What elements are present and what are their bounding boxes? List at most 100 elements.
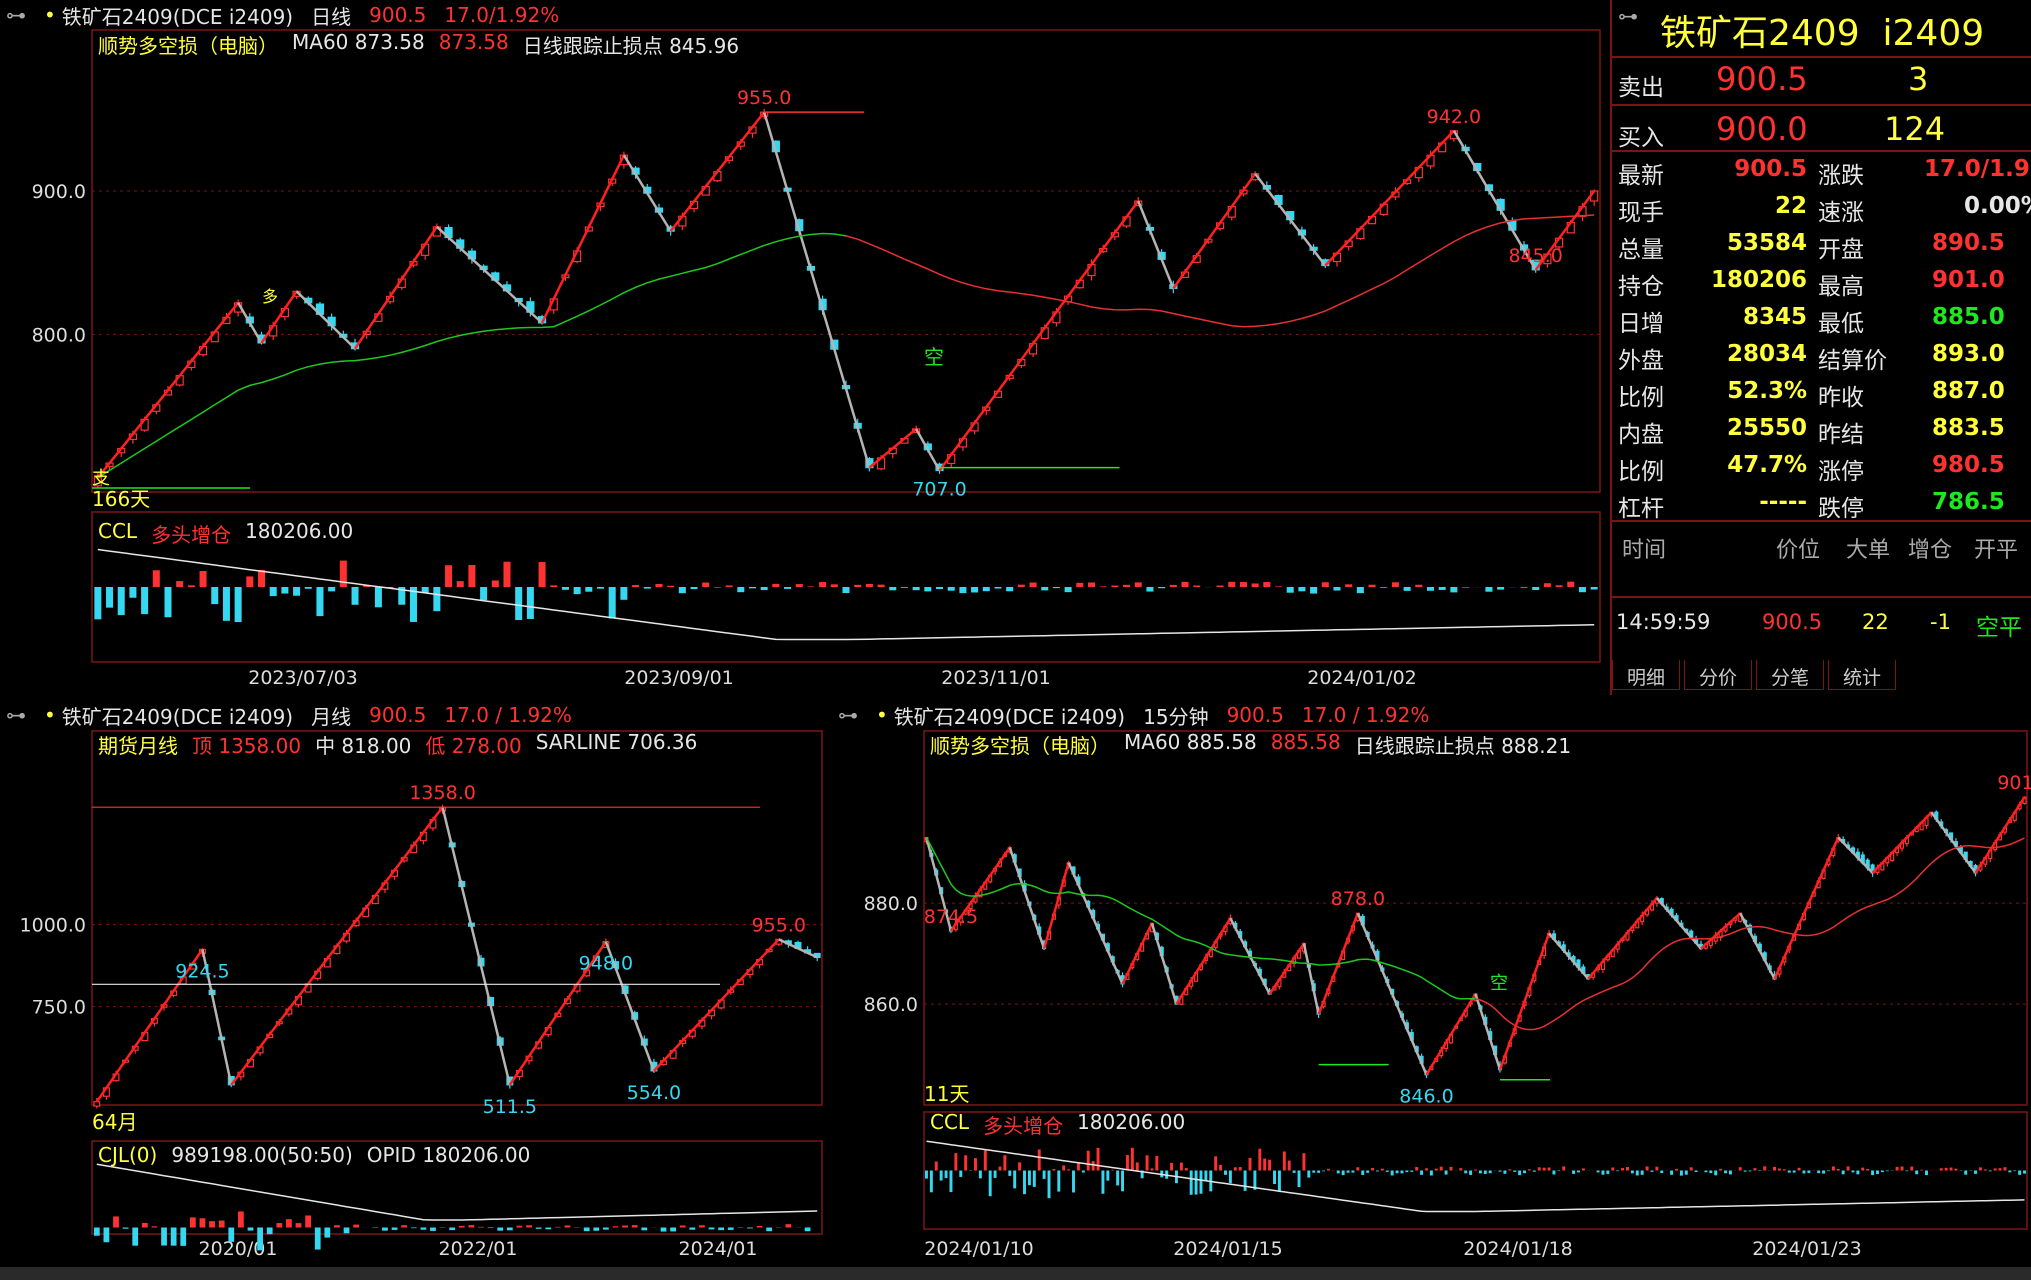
sell-label: 卖出 [1618, 75, 1664, 101]
sub-bar [491, 580, 499, 587]
sub-bar [1405, 1170, 1409, 1173]
sub-bar [1444, 1170, 1448, 1175]
sub-bar [1307, 1170, 1311, 1178]
sub-bar [1268, 1159, 1272, 1171]
sub-bar [1910, 1166, 1914, 1171]
sell-row[interactable]: 卖出 900.5 3 [1612, 56, 2031, 102]
ma-line-green [925, 837, 1476, 1000]
quote-stat-row: 持仓 180206 最高 901.0 [1612, 263, 2031, 300]
stat-value: 786.5 [1932, 489, 2005, 515]
tab-price-dist[interactable]: 分价 [1684, 660, 1753, 690]
sub-bar [1498, 1170, 1502, 1172]
sub-bar [1204, 1170, 1208, 1182]
ticks-big-header: 大单 [1846, 538, 1891, 563]
link-icon[interactable]: ⊶ [1618, 4, 1638, 28]
sub-bar [456, 581, 464, 587]
sub-bar [2013, 1170, 2017, 1172]
sub-bar [1555, 585, 1563, 587]
sub-bar [1179, 1162, 1183, 1171]
zigzag-segment [653, 938, 780, 1072]
ticks-price-header: 价位 [1776, 538, 1821, 563]
sub-bar [1856, 1170, 1860, 1175]
pivot-label: 874.5 [924, 906, 978, 928]
months-label: 64月 [92, 1110, 137, 1134]
sub-bar [622, 1225, 628, 1228]
y-tick-label: 860.0 [864, 994, 918, 1016]
sub-bar [1193, 585, 1201, 587]
sub-bar [1650, 1170, 1654, 1172]
quote-tabs: 明细 分价 分笔 统计 [1612, 660, 2031, 690]
sub-bar [603, 1227, 609, 1230]
sub-bar [727, 1227, 734, 1230]
sub-bar [954, 1153, 958, 1171]
sub-bar [1469, 1170, 1473, 1175]
sub-bar [1341, 1170, 1345, 1176]
minute-chart-panel[interactable]: ⊶ • 铁矿石2409(DCE i2409) 15分钟 900.5 17.0 /… [832, 697, 2031, 1267]
minute-candlestick-chart[interactable]: 880.0 860.0 2024/01/10 2024/01/15 2024/01/18… [832, 697, 2031, 1267]
sub-bar [151, 1226, 158, 1228]
sub-bar [1199, 1170, 1203, 1194]
tab-ticks[interactable]: 分笔 [1756, 660, 1825, 690]
sub-bar [401, 1225, 408, 1228]
sub-bar [1450, 587, 1458, 593]
monthly-chart-panel[interactable]: ⊶ • 铁矿石2409(DCE i2409) 月线 900.5 17.0 / 1… [0, 697, 826, 1267]
sub-bar [497, 1227, 504, 1231]
sub-bar [1322, 1170, 1326, 1172]
stat-value: ----- [1759, 489, 1807, 515]
sub-bar [1134, 582, 1142, 587]
buy-row[interactable]: 买入 900.0 124 [1612, 104, 2031, 151]
sub-bar [1645, 1166, 1649, 1171]
sub-bar [293, 587, 301, 596]
zigzag-segment [1700, 912, 1742, 950]
sub-bar [1125, 1155, 1129, 1171]
sub-bar [1403, 587, 1411, 591]
sub-bar [1920, 1169, 1924, 1171]
zigzag-segment [669, 111, 766, 232]
sub-bar [1111, 585, 1119, 587]
tick-row[interactable]: 14:59:59 900.5 22 -1 空平 [1612, 596, 2031, 641]
stat-label: 比例 [1618, 459, 1664, 485]
zigzag-segment [1067, 862, 1124, 985]
sub-bar [1439, 1166, 1443, 1171]
sub-bar [1704, 1170, 1708, 1173]
sub-bar [1121, 1170, 1125, 1192]
sub-bar [1076, 582, 1084, 587]
sub-bar [737, 587, 745, 593]
daily-candlestick-chart[interactable]: 900.0 800.0 2023/07/03 2023/09/01 2023/11/01… [0, 0, 1606, 695]
sub-bar [1081, 1170, 1085, 1173]
sub-bar [328, 587, 336, 592]
sub-bar [974, 1158, 977, 1171]
tab-detail[interactable]: 明细 [1612, 660, 1681, 690]
stat-value: 28034 [1726, 341, 1807, 367]
quote-stat-row: 比例 47.7% 涨停 980.5 [1612, 448, 2031, 485]
daily-chart-panel[interactable]: ⊶ • 铁矿石2409(DCE i2409) 日线 900.5 17.0/1.9… [0, 0, 1606, 695]
sub-bar [1189, 1170, 1193, 1195]
sub-bar [1064, 587, 1072, 593]
sub-bar [1326, 1168, 1330, 1171]
sub-bar [1361, 1170, 1365, 1175]
zigzag-segment [1498, 933, 1551, 1071]
sub-bar [1474, 1169, 1477, 1171]
zigzag-segment [1773, 837, 1840, 980]
sub-bar [1520, 587, 1528, 588]
sub-bar [1532, 587, 1540, 590]
sub-bar [1438, 587, 1446, 590]
sub-bar [1635, 1170, 1639, 1176]
sub-bar [468, 1225, 475, 1228]
sub-bar [1146, 587, 1154, 592]
sub-bar [1625, 1167, 1629, 1171]
sub-bar [550, 585, 558, 587]
sub-bar [1013, 1170, 1017, 1189]
y-tick-label: 1000.0 [20, 915, 86, 937]
sub-bar [1861, 1167, 1865, 1171]
sub-bar [1282, 1151, 1286, 1171]
sub-bar [1390, 1170, 1394, 1176]
zigzag-segment [868, 427, 917, 469]
tab-stats[interactable]: 统计 [1828, 660, 1897, 690]
stat-value: 893.0 [1932, 341, 2005, 367]
sub-bar [1542, 1167, 1546, 1171]
monthly-candlestick-chart[interactable]: 1000.0 750.0 2020/01 2022/01 2024/01 1358.0 92… [0, 697, 826, 1267]
sub-bar [209, 1221, 215, 1228]
sub-bar [1488, 1170, 1492, 1174]
sub-bar [1086, 1150, 1090, 1171]
